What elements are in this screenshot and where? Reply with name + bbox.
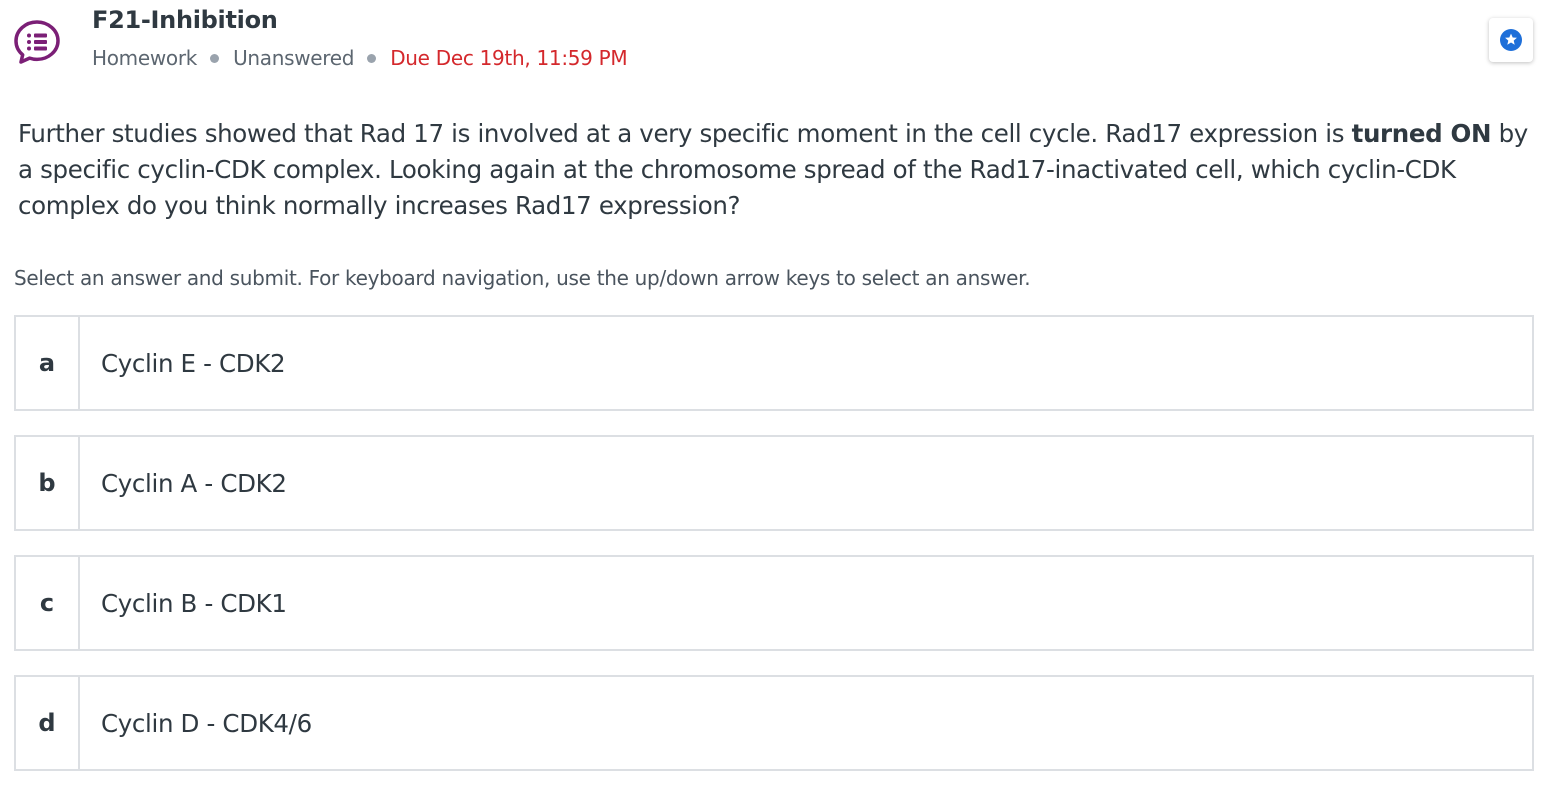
answer-instructions: Select an answer and submit. For keyboar…	[14, 266, 1031, 290]
answer-letter: a	[16, 317, 80, 409]
answer-letter: c	[16, 557, 80, 649]
question-text: Further studies showed that Rad 17 is in…	[18, 116, 1538, 224]
question-emphasis: turned ON	[1351, 119, 1492, 148]
multiple-choice-question-icon	[14, 20, 60, 64]
answer-list: a Cyclin E - CDK2 b Cyclin A - CDK2 c Cy…	[14, 315, 1534, 795]
answer-option-d[interactable]: d Cyclin D - CDK4/6	[14, 675, 1534, 771]
answer-option-c[interactable]: c Cyclin B - CDK1	[14, 555, 1534, 651]
star-badge-icon	[1500, 29, 1522, 51]
separator-dot	[210, 53, 220, 63]
assignment-type: Homework	[92, 46, 198, 70]
answer-label: Cyclin A - CDK2	[101, 468, 287, 498]
answer-letter: b	[16, 437, 80, 529]
answer-label: Cyclin D - CDK4/6	[101, 708, 312, 738]
assignment-meta: Homework Unanswered Due Dec 19th, 11:59 …	[92, 46, 628, 70]
assignment-title: F21-Inhibition	[92, 6, 278, 34]
answer-option-a[interactable]: a Cyclin E - CDK2	[14, 315, 1534, 411]
answer-letter: d	[16, 677, 80, 769]
answer-label: Cyclin E - CDK2	[101, 348, 286, 378]
question-text-part-1: Further studies showed that Rad 17 is in…	[18, 119, 1352, 148]
due-date: Due Dec 19th, 11:59 PM	[390, 46, 628, 70]
separator-dot	[367, 53, 377, 63]
answer-label: Cyclin B - CDK1	[101, 588, 287, 618]
answer-option-b[interactable]: b Cyclin A - CDK2	[14, 435, 1534, 531]
star-button[interactable]	[1489, 18, 1533, 62]
question-header: F21-Inhibition Homework Unanswered Due D…	[0, 0, 1562, 90]
answer-status: Unanswered	[233, 46, 355, 70]
